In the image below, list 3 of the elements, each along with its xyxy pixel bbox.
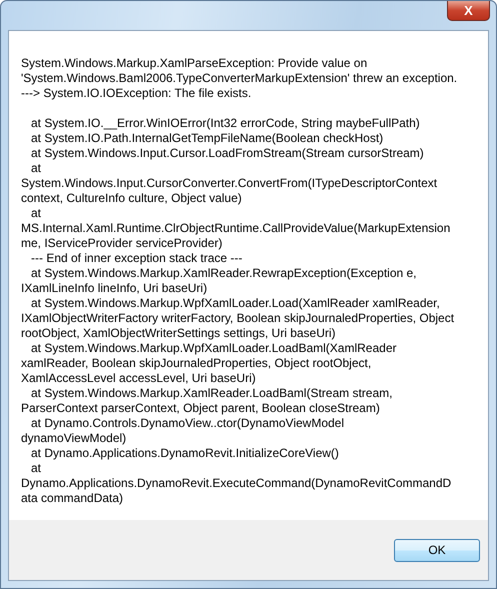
close-button[interactable]: X [447,1,490,21]
ok-button[interactable]: OK [394,538,480,562]
error-message: System.Windows.Markup.XamlParseException: Provide value on 'System.Windows.Baml2006.TypeConverterMarkupExtension' threw an exception. ---> System.IO.IOException: The file exists. at System.IO.__Error.WinIOError(Int32 errorCode, String maybeFullPath) at System.IO.Path.InternalGetTempFileName(Boolean checkHost) at System.Windows.Input.Cursor.LoadFromStream(Stream cursorStream) at System.Windows.Input.CursorConverter.ConvertFrom(ITypeDescriptorContext context, CultureInfo culture, Object value) at MS.Internal.Xaml.Runtime.ClrObjectRuntime.CallProvideValue(MarkupExtension me, IServiceProvider serviceProvider) --- End of inner exception stack trace --- at System.Windows.Markup.XamlReader.RewrapException(Exception e, IXamlLineInfo lineInfo, Uri baseUri) at System.Windows.Markup.WpfXamlLoader.Load(XamlReader xamlReader, IXamlObjectWriterFactory writerFactory, Boolean skipJournaledProperties, Object rootObject, XamlObjectWriterSettings settings, Uri baseUri) at System.Windows.Markup.WpfXamlLoader.LoadBaml(XamlReader xamlReader, Boolean skipJournaledProperties, Object rootObject, XamlAccessLevel accessLevel, Uri baseUri) at System.Windows.Markup.XamlReader.LoadBaml(Stream stream, ParserContext parserContext, Object parent, Boolean closeStream) at Dynamo.Controls.DynamoView..ctor(DynamoViewModel dynamoViewModel) at Dynamo.Applications.DynamoRevit.InitializeCoreView() at Dynamo.Applications.DynamoRevit.ExecuteCommand(DynamoRevitCommandD ata commandData) [20,55,458,507]
